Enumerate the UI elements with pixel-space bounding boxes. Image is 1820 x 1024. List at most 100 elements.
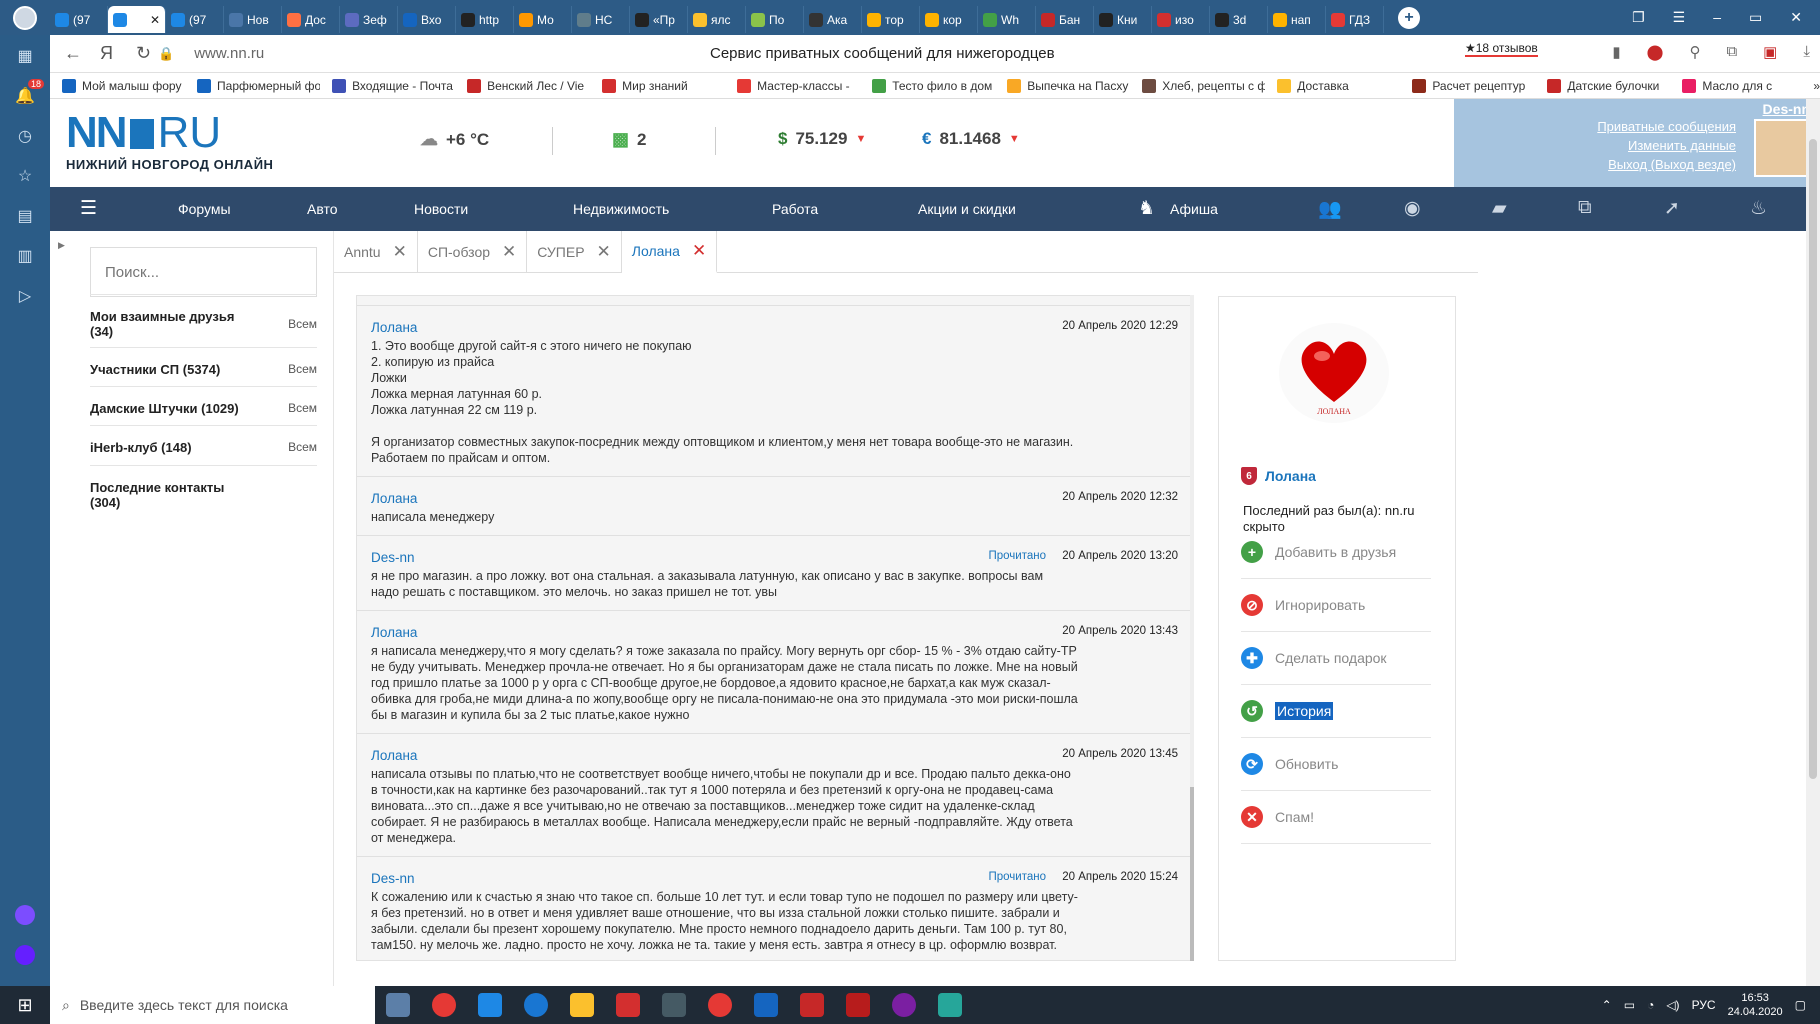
taskbar-app-yandex-browser[interactable] bbox=[605, 986, 651, 1024]
close-window-icon[interactable]: ✕ bbox=[1790, 9, 1802, 26]
arrow-up-icon[interactable]: ➚ bbox=[1664, 197, 1680, 220]
contact-group[interactable]: iHerb-клуб (148) Всем bbox=[90, 425, 317, 465]
browser-tab[interactable]: Кни bbox=[1094, 6, 1152, 33]
language-indicator[interactable]: РУС bbox=[1692, 998, 1716, 1012]
browser-tab[interactable]: нап bbox=[1268, 6, 1326, 33]
taskbar-app-yandex[interactable] bbox=[421, 986, 467, 1024]
message-author[interactable]: Лолана bbox=[371, 491, 1178, 507]
notes-icon[interactable]: ▥ bbox=[14, 245, 36, 267]
profile-action-refresh[interactable]: ⟳ Обновить bbox=[1241, 738, 1431, 791]
page-scrollbar[interactable] bbox=[1806, 99, 1820, 986]
windows-start-icon[interactable]: ⊞ bbox=[0, 995, 50, 1016]
menu-icon[interactable]: ☰ bbox=[1673, 9, 1686, 26]
browser-tab[interactable]: «Пр bbox=[630, 6, 688, 33]
profile-action-history[interactable]: ↺ История bbox=[1241, 685, 1431, 738]
alice-assistant-icon[interactable] bbox=[14, 904, 36, 926]
restore-icon[interactable]: ▭ bbox=[1749, 9, 1762, 26]
message-scrollbar[interactable] bbox=[1190, 295, 1194, 961]
bookmark-item[interactable]: Парфюмерный фо bbox=[197, 78, 320, 93]
close-tab-icon[interactable]: ✕ bbox=[502, 242, 516, 262]
bookmark-item[interactable]: Мастер-классы - bbox=[737, 78, 860, 93]
browser-tab[interactable]: По bbox=[746, 6, 804, 33]
conversation-tab[interactable]: СУПЕР ✕ bbox=[527, 231, 622, 273]
collections-icon[interactable]: ▤ bbox=[14, 205, 36, 227]
browser-tab[interactable]: тор bbox=[862, 6, 920, 33]
profile-action-plus-circle[interactable]: + Добавить в друзья bbox=[1241, 526, 1431, 579]
send-to-all-link[interactable]: Всем bbox=[288, 317, 317, 331]
favorites-star-icon[interactable]: ☆ bbox=[14, 165, 36, 187]
extension-icon[interactable]: ⚲ bbox=[1689, 43, 1700, 61]
profile-avatar-icon[interactable] bbox=[0, 5, 50, 30]
browser-tab[interactable]: Ака bbox=[804, 6, 862, 33]
nav-realty[interactable]: Недвижимость bbox=[573, 201, 669, 217]
taskbar-app-dropbox[interactable] bbox=[467, 986, 513, 1024]
taskbar-app-viber[interactable] bbox=[881, 986, 927, 1024]
protect-icon[interactable]: ▣ bbox=[1763, 43, 1777, 61]
more-bookmarks-icon[interactable]: » bbox=[1813, 79, 1820, 93]
bookmark-item[interactable]: Хлеб, рецепты с ф bbox=[1142, 78, 1265, 93]
browser-tab[interactable]: Вхо bbox=[398, 6, 456, 33]
tabs-overview-icon[interactable]: ❐ bbox=[1632, 9, 1645, 26]
conversation-tab[interactable]: Лолана ✕ bbox=[621, 231, 718, 273]
translate-icon[interactable]: ⧉ bbox=[1726, 43, 1737, 61]
media-play-icon[interactable]: ▷ bbox=[14, 285, 36, 307]
eye-icon[interactable]: ◉ bbox=[1404, 197, 1421, 220]
taskbar-app-acrobat[interactable] bbox=[789, 986, 835, 1024]
weather-widget[interactable]: ☁ +6 °C bbox=[420, 129, 489, 150]
contact-group[interactable]: Дамские Штучки (1029) Всем bbox=[90, 386, 317, 425]
logout-link[interactable]: Выход (Выход везде) bbox=[1608, 157, 1736, 172]
message-author[interactable]: Лолана bbox=[371, 748, 1178, 764]
volume-icon[interactable]: ◁) bbox=[1666, 998, 1679, 1012]
action-center-icon[interactable]: ▢ bbox=[1795, 998, 1806, 1012]
wifi-icon[interactable]: ◔ bbox=[1647, 998, 1654, 1012]
friends-icon[interactable]: 👥 bbox=[1318, 197, 1342, 221]
nav-afisha[interactable]: Афиша bbox=[1170, 201, 1218, 217]
yandex-logo-icon[interactable]: Я bbox=[100, 43, 122, 64]
battery-icon[interactable]: ▭ bbox=[1624, 998, 1635, 1012]
apps-grid-icon[interactable]: ▦ bbox=[14, 45, 36, 67]
send-to-all-link[interactable]: Всем bbox=[288, 401, 317, 415]
bookmark-item[interactable]: Расчет рецептур bbox=[1412, 78, 1535, 93]
browser-tab[interactable]: (97 bbox=[50, 6, 108, 33]
taskbar-app-calculator[interactable] bbox=[651, 986, 697, 1024]
bookmark-item[interactable]: Масло для с bbox=[1682, 78, 1805, 93]
browser-tab[interactable]: Wh bbox=[978, 6, 1036, 33]
clock[interactable]: 16:53 24.04.2020 bbox=[1728, 991, 1783, 1019]
nav-auto[interactable]: Авто bbox=[307, 201, 338, 217]
bookmark-item[interactable]: Доставка bbox=[1277, 78, 1400, 93]
taskbar-app-explorer[interactable] bbox=[559, 986, 605, 1024]
bookmark-icon[interactable]: ▮ bbox=[1612, 43, 1620, 61]
browser-tab[interactable]: ГДЗ bbox=[1326, 6, 1384, 33]
minimize-icon[interactable]: – bbox=[1713, 9, 1721, 26]
user-avatar[interactable] bbox=[1754, 119, 1808, 177]
browser-tab[interactable]: ялс bbox=[688, 6, 746, 33]
message-author[interactable]: Des-nn bbox=[371, 550, 1178, 566]
adblock-icon[interactable]: ⬤ bbox=[1647, 43, 1664, 61]
contact-name[interactable]: 6 Лолана bbox=[1241, 467, 1316, 485]
message-author[interactable]: Des-nn bbox=[371, 871, 1178, 887]
reload-icon[interactable]: ↻ bbox=[136, 43, 158, 64]
browser-tab[interactable]: Нов bbox=[224, 6, 282, 33]
taskbar-app-other[interactable] bbox=[927, 986, 973, 1024]
windows-icon[interactable]: ⧉ bbox=[1578, 197, 1592, 219]
nav-news[interactable]: Новости bbox=[414, 201, 468, 217]
basket-icon[interactable]: ♨ bbox=[1750, 197, 1767, 220]
back-arrow-icon[interactable]: ← bbox=[64, 43, 86, 64]
taskbar-app-camera[interactable] bbox=[375, 986, 421, 1024]
bookmark-item[interactable]: Мой малыш фору bbox=[62, 78, 185, 93]
browser-tab[interactable]: Бан bbox=[1036, 6, 1094, 33]
site-logo[interactable]: NN RU НИЖНИЙ НОВГОРОД ОНЛАЙН bbox=[66, 111, 273, 173]
conversation-tab[interactable]: СП-обзор ✕ bbox=[418, 231, 528, 273]
bookmark-item[interactable]: Входящие - Почта bbox=[332, 78, 455, 93]
browser-tab[interactable]: Зеф bbox=[340, 6, 398, 33]
close-tab-icon[interactable]: ✕ bbox=[597, 242, 611, 262]
browser-tab[interactable]: изо bbox=[1152, 6, 1210, 33]
tray-chevron-icon[interactable]: ⌃ bbox=[1602, 998, 1612, 1012]
message-author[interactable]: Лолана bbox=[371, 625, 1178, 641]
profile-action-ban[interactable]: ⊘ Игнорировать bbox=[1241, 579, 1431, 632]
eur-rate[interactable]: €81.1468 ▼ bbox=[922, 129, 1020, 149]
new-tab-button[interactable]: + bbox=[1398, 6, 1420, 29]
bookmark-item[interactable]: Венский Лес / Vie bbox=[467, 78, 590, 93]
browser-tab[interactable]: http bbox=[456, 6, 514, 33]
voice-assistant-icon[interactable] bbox=[14, 944, 36, 966]
